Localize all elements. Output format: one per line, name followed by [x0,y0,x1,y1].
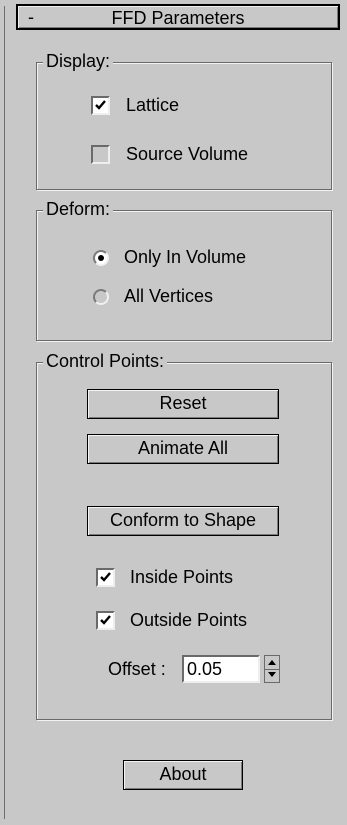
rollout-title: FFD Parameters [111,8,245,28]
offset-label: Offset : [108,659,166,679]
ffd-parameters-rollout-header[interactable]: - FFD Parameters [16,4,340,30]
source-volume-label[interactable]: Source Volume [126,144,248,165]
only-in-volume-label[interactable]: Only In Volume [124,247,246,268]
lattice-label[interactable]: Lattice [126,95,179,116]
spinner-up-button[interactable] [265,656,279,670]
checkmark-icon [95,100,106,110]
animate-all-button[interactable]: Animate All [87,434,279,464]
conform-to-shape-button[interactable]: Conform to Shape [87,506,279,536]
source-volume-checkbox[interactable] [91,145,110,164]
inside-points-label[interactable]: Inside Points [130,567,233,588]
offset-input[interactable]: 0.05 [182,655,260,683]
about-button[interactable]: About [123,760,243,790]
deform-group-label: Deform: [43,199,114,219]
checkmark-icon [100,572,111,582]
control-points-group-label: Control Points: [43,351,168,371]
all-vertices-radio[interactable] [93,289,109,305]
inside-points-checkbox[interactable] [96,568,115,587]
display-group-label: Display: [43,51,114,71]
only-in-volume-radio[interactable] [93,250,109,266]
spinner-down-button[interactable] [265,669,279,682]
arrow-down-icon [268,672,276,677]
checkmark-icon [100,615,111,625]
display-group: Display: [36,51,332,190]
offset-spinner[interactable] [264,655,280,683]
outside-points-checkbox[interactable] [96,611,115,630]
deform-group: Deform: [36,199,332,341]
radio-selected-dot [98,255,104,261]
all-vertices-label[interactable]: All Vertices [124,286,213,307]
reset-button[interactable]: Reset [87,389,279,419]
outside-points-label[interactable]: Outside Points [130,610,247,631]
arrow-up-icon [268,660,276,665]
lattice-checkbox[interactable] [91,96,110,115]
